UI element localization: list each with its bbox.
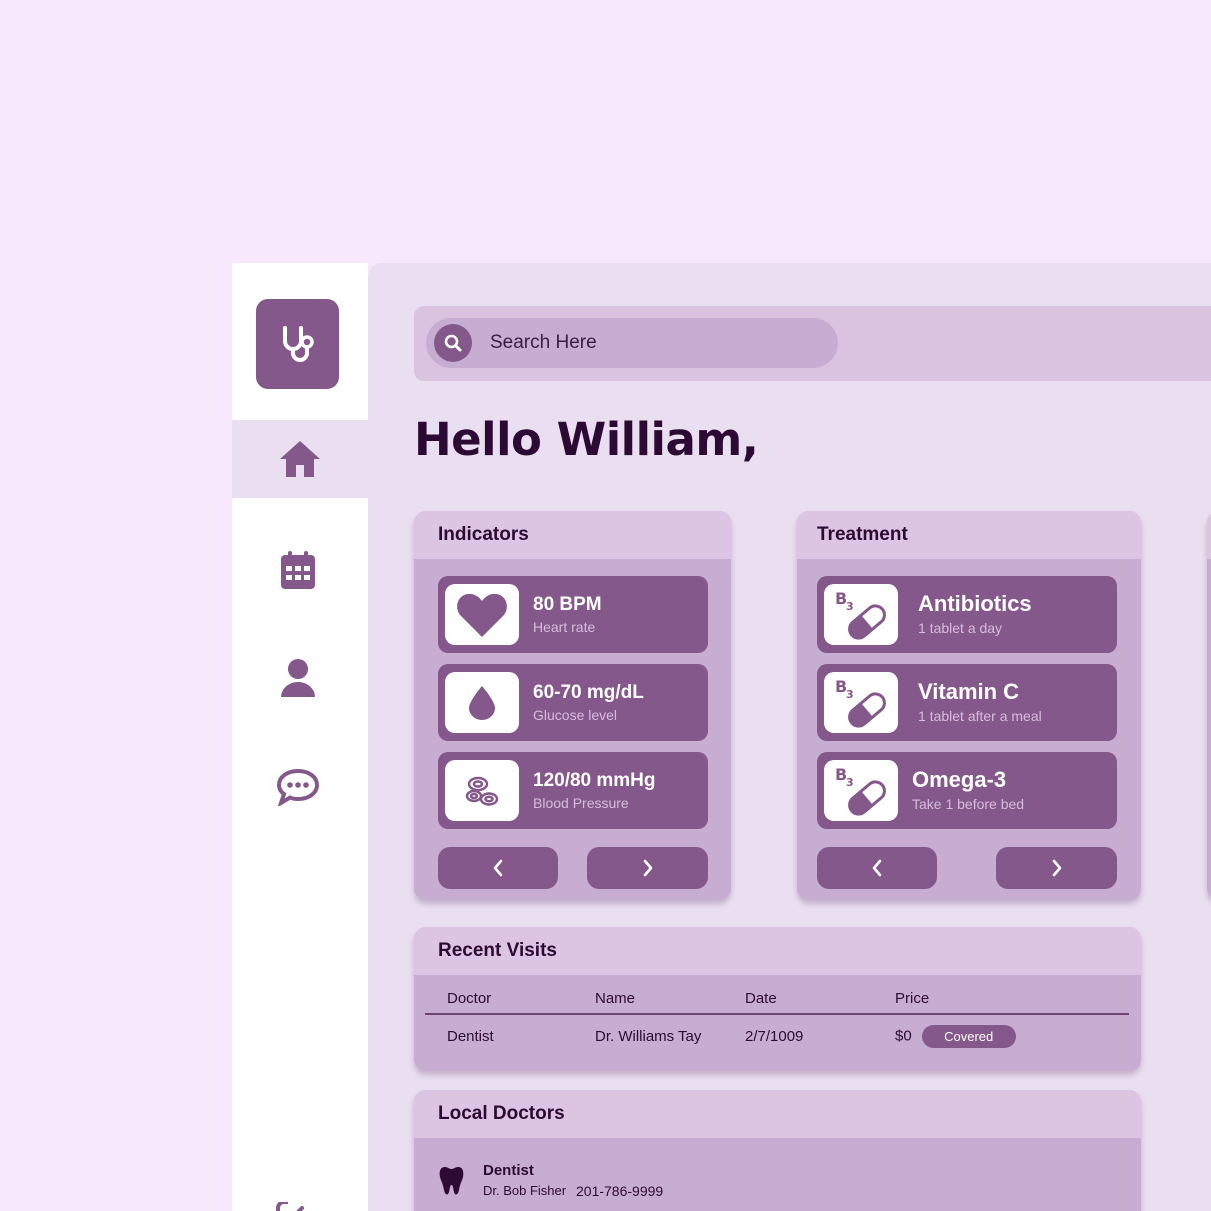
column-header-name: Name — [595, 983, 745, 1015]
treatment-name: Vitamin C — [918, 679, 1020, 704]
tooth-icon — [439, 1167, 464, 1195]
sidebar — [232, 263, 368, 1211]
indicator-tile[interactable]: 120/80 mmHg Blood Pressure — [438, 752, 708, 829]
treatment-card: Treatment B 3 Antibiotics 1 tablet a day… — [797, 511, 1141, 900]
treatment-dose: Take 1 before bed — [912, 796, 1025, 812]
indicator-icon-box — [445, 760, 519, 821]
indicator-label: Glucose level — [533, 707, 618, 723]
indicator-tile[interactable]: 80 BPM Heart rate — [438, 576, 708, 653]
recent-visits-table: Doctor Name Date Price Dentist Dr. Willi… — [425, 983, 1129, 1057]
drop-icon — [469, 685, 495, 720]
treatment-icon-box: B 3 — [824, 672, 898, 733]
indicator-icon-box — [445, 584, 519, 645]
main-panel: Hello William, Indicators 80 BPM Heart r… — [368, 263, 1211, 1211]
stethoscope-icon — [282, 326, 314, 362]
pill-icon: B 3 — [835, 765, 886, 816]
search-button[interactable] — [434, 324, 472, 362]
treatment-tile[interactable]: B 3 Omega-3 Take 1 before bed — [817, 752, 1117, 829]
svg-text:3: 3 — [846, 600, 854, 613]
recent-visits-title: Recent Visits — [414, 927, 1141, 975]
visit-doctor: Dentist — [447, 1027, 494, 1045]
treatment-next-button[interactable] — [996, 847, 1117, 889]
visit-price-cell: $0 Covered — [895, 1014, 1129, 1057]
sidebar-item-calendar[interactable] — [230, 531, 366, 609]
doctor-phone[interactable]: 201-786-9999 — [576, 1183, 663, 1199]
sidebar-item-profile[interactable] — [230, 639, 366, 717]
search-field — [426, 318, 838, 368]
logout-icon[interactable] — [276, 1202, 316, 1211]
calendar-icon — [281, 551, 315, 589]
indicator-value: 120/80 mmHg — [533, 770, 656, 791]
indicator-value: 80 BPM — [533, 594, 602, 615]
pill-icon: B 3 — [835, 589, 886, 640]
treatment-dose: 1 tablet a day — [918, 620, 1003, 636]
chevron-left-icon — [872, 859, 882, 877]
treatment-icon-box: B 3 — [824, 584, 898, 645]
home-icon — [280, 441, 320, 477]
treatment-name: Antibiotics — [918, 591, 1032, 616]
chat-icon — [276, 768, 320, 806]
treatment-tile[interactable]: B 3 Vitamin C 1 tablet after a meal — [817, 664, 1117, 741]
svg-text:3: 3 — [846, 776, 854, 789]
indicator-label: Heart rate — [533, 619, 596, 635]
local-doctors-title: Local Doctors — [414, 1090, 1141, 1138]
chevron-right-icon — [643, 859, 652, 877]
visit-name: Dr. Williams Tay — [595, 1027, 702, 1045]
visit-date: 2/7/1009 — [745, 1027, 804, 1045]
chevron-left-icon — [493, 859, 503, 877]
heart-icon — [457, 593, 507, 637]
doctor-name: Dr. Bob Fisher — [483, 1183, 567, 1198]
chevron-right-icon — [1052, 859, 1061, 877]
indicators-title: Indicators — [414, 511, 731, 559]
svg-text:3: 3 — [846, 688, 854, 701]
extra-card-edge — [1207, 511, 1211, 900]
treatment-name: Omega-3 — [912, 767, 1007, 792]
blood-cells-icon — [465, 776, 499, 806]
search-input[interactable] — [490, 318, 820, 368]
visit-price: $0 — [895, 1026, 912, 1044]
treatment-prev-button[interactable] — [817, 847, 937, 889]
treatment-icon-box: B 3 — [824, 760, 898, 821]
user-icon — [281, 659, 315, 697]
table-row[interactable]: Dentist Dr. Williams Tay 2/7/1009 $0 Cove… — [425, 1014, 1129, 1057]
indicator-tile[interactable]: 60-70 mg/dL Glucose level — [438, 664, 708, 741]
greeting-heading: Hello William, — [414, 413, 759, 466]
indicator-icon-box — [445, 672, 519, 733]
search-bar — [414, 306, 1211, 381]
indicator-label: Blood Pressure — [533, 795, 629, 811]
column-header-price: Price — [895, 983, 1129, 1015]
status-badge: Covered — [921, 1024, 1016, 1048]
indicators-prev-button[interactable] — [438, 847, 558, 889]
sidebar-item-home[interactable] — [232, 420, 368, 498]
search-icon — [444, 334, 462, 352]
column-header-doctor: Doctor — [425, 983, 595, 1015]
treatment-title: Treatment — [797, 511, 1141, 559]
local-doctors-card: Local Doctors Dentist Dr. Bob Fisher 201… — [414, 1090, 1141, 1211]
sidebar-item-messages[interactable] — [230, 748, 366, 826]
treatment-tile[interactable]: B 3 Antibiotics 1 tablet a day — [817, 576, 1117, 653]
recent-visits-card: Recent Visits Doctor Name Date Price Den… — [414, 927, 1141, 1071]
treatment-dose: 1 tablet after a meal — [918, 708, 1042, 724]
column-header-date: Date — [745, 983, 895, 1015]
doctor-specialty: Dentist — [483, 1162, 534, 1179]
app-logo[interactable] — [256, 299, 339, 389]
indicators-next-button[interactable] — [587, 847, 708, 889]
indicators-card: Indicators 80 BPM Heart rate 60-70 mg/dL… — [414, 511, 731, 900]
indicator-value: 60-70 mg/dL — [533, 682, 644, 703]
pill-icon: B 3 — [835, 677, 886, 728]
